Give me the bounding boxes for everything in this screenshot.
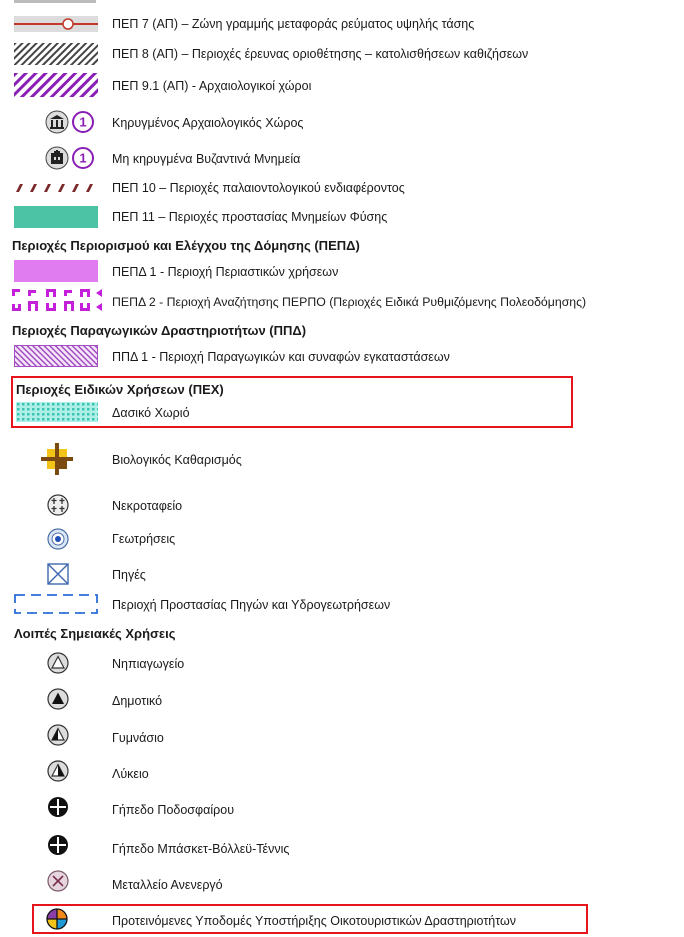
section-title-points: Λοιπές Σημειακές Χρήσεις: [14, 626, 176, 641]
legend-label-football: Γήπεδο Ποδοσφαίρου: [112, 803, 235, 817]
lyceum-icon: [47, 760, 69, 782]
primary-school-icon: [47, 688, 69, 710]
legend-label-cemetery: Νεκροταφείο: [112, 499, 183, 513]
legend-label-arch: Κηρυγμένος Αρχαιολογικός Χώρος: [112, 116, 304, 130]
legend-label-pep7: ΠΕΠ 7 (ΑΠ) – Ζώνη γραμμής μεταφοράς ρεύμ…: [112, 17, 475, 31]
badge-number: 1: [79, 151, 86, 166]
legend-label-byzantine: Μη κηρυγμένα Βυζαντινά Μνημεία: [112, 152, 301, 166]
section-title-pex: Περιοχές Ειδικών Χρήσεων (ΠΕΧ): [16, 382, 224, 397]
power-line-icon: [14, 14, 98, 34]
inactive-mine-icon: [47, 870, 69, 892]
legend-label-lyceum: Λύκειο: [112, 767, 149, 781]
legend-label-bio: Βιολογικός Καθαρισμός: [112, 453, 242, 467]
legend-label-ppd1: ΠΠΔ 1 - Περιοχή Παραγωγικών και συναφών …: [112, 350, 450, 364]
legend-label-gymnasium: Γυμνάσιο: [112, 731, 164, 745]
badge-icon: 1: [71, 110, 95, 134]
football-field-icon: [47, 796, 69, 818]
ecotourism-icon: [46, 908, 68, 930]
pink-hatch-icon: [14, 345, 98, 367]
teal-fill-icon: [14, 206, 98, 228]
forest-village-icon: [16, 402, 98, 422]
legend-label-mine: Μεταλλείο Ανενεργό: [112, 878, 223, 892]
legend-label-pep10: ΠΕΠ 10 – Περιοχές παλαιοντολογικού ενδια…: [112, 181, 405, 195]
spring-icon: [47, 563, 69, 585]
kindergarten-icon: [47, 652, 69, 674]
basketball-court-icon: [47, 834, 69, 856]
legend-label-pepd1: ΠΕΠΔ 1 - Περιοχή Περιαστικών χρήσεων: [112, 265, 339, 279]
legend-label-protection: Περιοχή Προστασίας Πηγών και Υδρογεωτρήσ…: [112, 598, 391, 612]
magenta-fill-icon: [14, 260, 98, 282]
legend-label-pep91: ΠΕΠ 9.1 (ΑΠ) - Αρχαιολογικοί χώροι: [112, 79, 312, 93]
section-title-pepd: Περιοχές Περιορισμού και Ελέγχου της Δόμ…: [12, 238, 360, 253]
legend-label-ecotourism: Προτεινόμενες Υποδομές Υποστήριξης Οικοτ…: [112, 914, 516, 928]
temple-icon: [45, 110, 69, 134]
cutoff-line: [14, 0, 96, 3]
legend-label-primary: Δημοτικό: [112, 694, 163, 708]
badge-number: 1: [79, 115, 86, 130]
legend-label-kindergarten: Νηπιαγωγείο: [112, 657, 185, 671]
dashed-protection-icon: [14, 593, 98, 615]
legend-label-forest-village: Δασικό Χωριό: [112, 406, 190, 420]
bio-treatment-icon: [40, 442, 74, 476]
legend-label-pepd2: ΠΕΠΔ 2 - Περιοχή Αναζήτησης ΠΕΡΠΟ (Περιο…: [112, 295, 587, 309]
gymnasium-icon: [47, 724, 69, 746]
legend-label-pep8: ΠΕΠ 8 (ΑΠ) – Περιοχές έρευνας οριοθέτηση…: [112, 47, 529, 61]
legend-label-pep11: ΠΕΠ 11 – Περιοχές προστασίας Μνημείων Φύ…: [112, 210, 388, 224]
hatch-gray-icon: [14, 43, 98, 65]
magenta-battlement-icon: [12, 287, 102, 313]
church-icon: [45, 146, 69, 170]
legend-label-borehole: Γεωτρήσεις: [112, 532, 176, 546]
cemetery-icon: [47, 494, 69, 516]
legend-label-spring: Πηγές: [112, 568, 146, 582]
badge-icon: 1: [71, 146, 95, 170]
borehole-icon: [47, 528, 69, 550]
paleo-dashes-icon: [14, 182, 98, 194]
section-title-ppd: Περιοχές Παραγωγικών Δραστηριοτήτων (ΠΠΔ…: [12, 323, 307, 338]
legend-label-basketball: Γήπεδο Μπάσκετ-Βόλλεϋ-Τέννις: [112, 842, 290, 856]
hatch-purple-icon: [14, 73, 98, 97]
